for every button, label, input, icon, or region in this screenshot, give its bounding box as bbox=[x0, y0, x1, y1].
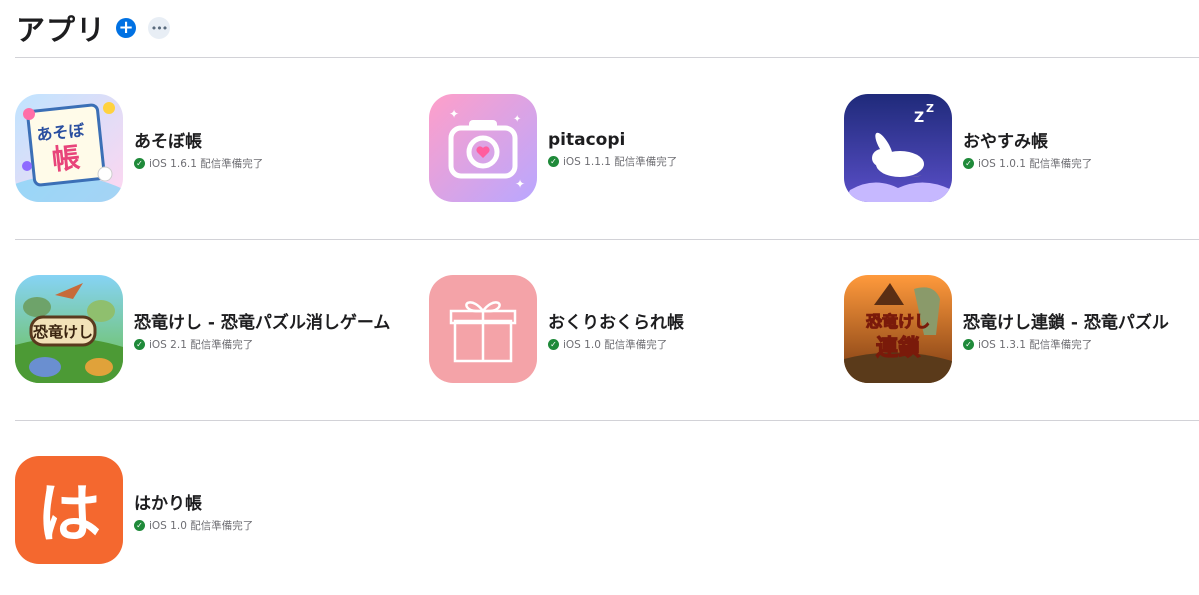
app-version-status: iOS 1.1.1 配信準備完了 bbox=[563, 155, 678, 168]
add-app-button[interactable]: + bbox=[116, 17, 137, 38]
divider bbox=[15, 420, 1199, 421]
app-card-kyoryukeshi-rensa[interactable]: 恐竜けし 連鎖 恐竜けし連鎖 - 恐竜パズル ✓ iOS 1.3.1 配信準備完了 bbox=[844, 275, 1169, 383]
app-row: あそぼ 帳 あそぼ帳 ✓ iOS 1.6.1 配信準備完了 ✦ ✦ ✦ pitacop… bbox=[0, 94, 1199, 202]
app-card-pitacopi[interactable]: ✦ ✦ ✦ pitacopi ✓ iOS 1.1.1 配信準備完了 bbox=[429, 94, 677, 202]
checkmark-icon: ✓ bbox=[134, 158, 145, 169]
app-row: 恐竜けし 恐竜けし - 恐竜パズル消しゲーム ✓ iOS 2.1 配信準備完了 お… bbox=[0, 275, 1199, 383]
svg-text:連鎖: 連鎖 bbox=[876, 335, 921, 361]
checkmark-icon: ✓ bbox=[548, 339, 559, 350]
svg-text:帳: 帳 bbox=[50, 141, 81, 177]
app-row: は はかり帳 ✓ iOS 1.0 配信準備完了 bbox=[0, 456, 1199, 564]
svg-text:恐竜けし: 恐竜けし bbox=[866, 312, 930, 331]
app-card-oyasumicho[interactable]: ZZ おやすみ帳 ✓ iOS 1.0.1 配信準備完了 bbox=[844, 94, 1092, 202]
page-header: アプリ + ••• bbox=[16, 8, 171, 48]
app-version-status: iOS 1.0 配信準備完了 bbox=[149, 520, 254, 532]
checkmark-icon: ✓ bbox=[548, 155, 559, 167]
checkmark-icon: ✓ bbox=[963, 339, 974, 350]
dinosaur-chain-icon: 恐竜けし 連鎖 bbox=[844, 275, 952, 383]
checkmark-icon: ✓ bbox=[134, 339, 145, 350]
svg-text:恐竜けし: 恐竜けし bbox=[33, 323, 93, 341]
app-version-status: iOS 1.3.1 配信準備完了 bbox=[978, 339, 1093, 351]
app-card-hakaricho[interactable]: は はかり帳 ✓ iOS 1.0 配信準備完了 bbox=[15, 456, 253, 564]
divider bbox=[15, 239, 1199, 240]
page-title: アプリ bbox=[16, 13, 107, 47]
app-version-status: iOS 2.1 配信準備完了 bbox=[149, 339, 254, 351]
svg-text:Z: Z bbox=[914, 110, 924, 126]
asobo-icon: あそぼ 帳 bbox=[15, 94, 123, 202]
svg-text:Z: Z bbox=[926, 102, 934, 115]
svg-text:✦: ✦ bbox=[513, 114, 521, 125]
app-name: 恐竜けし連鎖 - 恐竜パズル bbox=[963, 313, 1169, 333]
gift-icon bbox=[429, 275, 537, 383]
app-name: おやすみ帳 bbox=[963, 132, 1048, 152]
app-version-status: iOS 1.0.1 配信準備完了 bbox=[978, 158, 1093, 170]
checkmark-icon: ✓ bbox=[963, 158, 974, 169]
svg-text:✦: ✦ bbox=[515, 177, 525, 191]
hakari-icon: は bbox=[15, 456, 123, 564]
ellipsis-icon: ••• bbox=[150, 21, 168, 35]
app-card-kyoryukeshi[interactable]: 恐竜けし 恐竜けし - 恐竜パズル消しゲーム ✓ iOS 2.1 配信準備完了 bbox=[15, 275, 390, 383]
sleeping-bunny-icon: ZZ bbox=[844, 94, 952, 202]
app-name: あそぼ帳 bbox=[134, 132, 202, 152]
app-name: はかり帳 bbox=[134, 494, 202, 514]
app-card-okuriokurarecho[interactable]: おくりおくられ帳 ✓ iOS 1.0 配信準備完了 bbox=[429, 275, 684, 383]
dinosaur-icon: 恐竜けし bbox=[15, 275, 123, 383]
app-name: 恐竜けし - 恐竜パズル消しゲーム bbox=[134, 313, 391, 333]
app-version-status: iOS 1.6.1 配信準備完了 bbox=[149, 158, 264, 170]
svg-text:✦: ✦ bbox=[449, 107, 459, 121]
more-options-button[interactable]: ••• bbox=[148, 17, 171, 39]
app-version-status: iOS 1.0 配信準備完了 bbox=[563, 339, 668, 351]
svg-text:は: は bbox=[37, 478, 101, 552]
app-card-asobocho[interactable]: あそぼ 帳 あそぼ帳 ✓ iOS 1.6.1 配信準備完了 bbox=[15, 94, 263, 202]
checkmark-icon: ✓ bbox=[134, 520, 145, 531]
camera-icon: ✦ ✦ ✦ bbox=[429, 94, 537, 202]
app-name: pitacopi bbox=[548, 129, 626, 150]
divider bbox=[15, 57, 1199, 58]
app-name: おくりおくられ帳 bbox=[548, 313, 684, 333]
plus-icon: + bbox=[118, 17, 134, 38]
